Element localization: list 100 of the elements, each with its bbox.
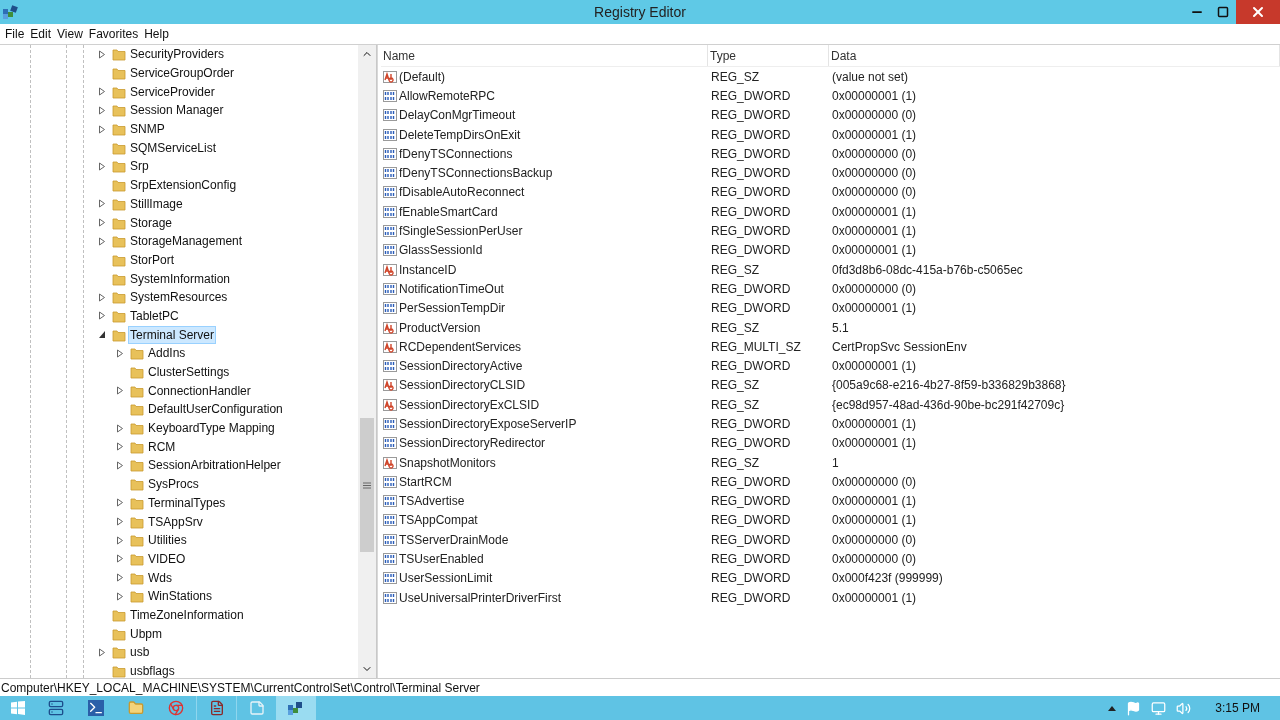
expand-arrow-icon[interactable] <box>116 591 124 601</box>
tree-item[interactable]: TimeZoneInformation <box>128 605 246 624</box>
value-name[interactable]: fSingleSessionPerUser <box>399 222 523 240</box>
close-button[interactable] <box>1236 0 1280 24</box>
tree-item[interactable]: SystemResources <box>128 288 230 307</box>
value-name[interactable]: fDenyTSConnectionsBackup <box>399 164 553 183</box>
tree-item[interactable]: SQMServiceList <box>128 138 219 157</box>
expand-arrow-icon[interactable] <box>98 87 106 97</box>
scroll-thumb[interactable] <box>360 418 374 552</box>
tree-item[interactable]: WinStations <box>146 587 215 606</box>
expand-arrow-icon[interactable] <box>116 423 124 433</box>
tree-item[interactable]: usb <box>128 643 152 662</box>
expand-arrow-icon[interactable] <box>98 218 106 228</box>
menu-item[interactable]: Help <box>141 25 172 43</box>
value-name[interactable]: SessionDirectoryExCLSID <box>399 395 540 414</box>
clock[interactable]: 3:15 PM <box>1215 699 1260 717</box>
tree-item[interactable]: VIDEO <box>146 549 188 568</box>
expand-arrow-icon[interactable] <box>116 460 124 470</box>
expand-arrow-icon[interactable] <box>98 311 106 321</box>
value-name[interactable]: NotificationTimeOut <box>399 279 504 298</box>
menu-item[interactable]: View <box>54 25 86 43</box>
tree-item[interactable]: SNMP <box>128 120 167 139</box>
tree-item[interactable]: SrpExtensionConfig <box>128 176 239 195</box>
expand-arrow-icon[interactable] <box>98 124 106 134</box>
tree-item[interactable]: ConnectionHandler <box>146 381 253 400</box>
value-name[interactable]: SessionDirectoryCLSID <box>399 376 526 395</box>
tree-item[interactable]: ServiceProvider <box>128 82 217 101</box>
value-name[interactable]: TSUserEnabled <box>399 550 484 569</box>
expand-arrow-icon[interactable] <box>116 535 124 545</box>
tree-item[interactable]: Wds <box>146 568 174 587</box>
value-name[interactable]: UseUniversalPrinterDriverFirst <box>399 588 562 607</box>
value-name[interactable]: TSAppCompat <box>399 511 478 530</box>
tree-item[interactable]: SysProcs <box>146 475 201 494</box>
value-name[interactable]: ProductVersion <box>399 318 481 337</box>
value-name[interactable]: TSAdvertise <box>399 492 465 511</box>
column-header[interactable]: Data <box>829 45 1280 66</box>
tree-item[interactable]: Ubpm <box>128 624 164 643</box>
tree-item[interactable]: DefaultUserConfiguration <box>146 400 285 419</box>
scrollbar[interactable] <box>358 45 376 678</box>
value-name[interactable]: PerSessionTempDir <box>399 299 506 318</box>
tree-item[interactable]: StillImage <box>128 194 185 213</box>
expand-arrow-icon[interactable] <box>116 498 124 508</box>
expand-arrow-icon[interactable] <box>116 442 124 452</box>
value-name[interactable]: GlassSessionId <box>399 241 483 260</box>
value-name[interactable]: SessionDirectoryActive <box>399 357 523 376</box>
value-name[interactable]: TSServerDrainMode <box>399 530 509 549</box>
column-header[interactable]: Type <box>708 45 829 66</box>
tree-item[interactable]: StorPort <box>128 250 176 269</box>
tree-item[interactable]: SessionArbitrationHelper <box>146 456 283 475</box>
expand-arrow-icon[interactable] <box>98 292 106 302</box>
tree-item[interactable]: AddIns <box>146 344 188 363</box>
expand-arrow-icon[interactable] <box>116 517 124 527</box>
tree-item[interactable]: Storage <box>128 213 175 232</box>
tray-overflow-icon[interactable] <box>1108 705 1117 711</box>
tree-item[interactable]: StorageManagement <box>128 232 245 251</box>
value-name[interactable]: SessionDirectoryRedirector <box>399 434 546 453</box>
expand-arrow-icon[interactable] <box>98 199 106 209</box>
tree-item[interactable]: RCM <box>146 437 178 456</box>
tree-item[interactable]: Terminal Server <box>128 325 217 344</box>
expand-arrow-icon[interactable] <box>98 105 106 115</box>
tree-item[interactable]: KeyboardType Mapping <box>146 419 277 438</box>
value-name[interactable]: RCDependentServices <box>399 337 522 356</box>
value-name[interactable]: DelayConMgrTimeout <box>399 106 516 125</box>
column-header[interactable]: Name <box>381 45 708 66</box>
value-name[interactable]: SnapshotMonitors <box>399 453 496 472</box>
value-name[interactable]: UserSessionLimit <box>399 569 493 588</box>
expand-arrow-icon[interactable] <box>98 161 106 171</box>
tree-item[interactable]: TSAppSrv <box>146 512 205 531</box>
value-name[interactable]: InstanceID <box>399 260 457 279</box>
tree-item[interactable]: TabletPC <box>128 306 181 325</box>
expand-arrow-icon[interactable] <box>116 348 124 358</box>
expand-arrow-icon[interactable] <box>98 236 106 246</box>
value-name[interactable]: SessionDirectoryExposeServerIP <box>399 415 577 433</box>
tree-item[interactable]: usbflags <box>128 662 177 678</box>
collapse-arrow-icon[interactable] <box>98 330 106 340</box>
tree-item[interactable]: Session Manager <box>128 101 226 120</box>
value-name[interactable]: DeleteTempDirsOnExit <box>399 125 521 144</box>
value-name[interactable]: (Default) <box>399 67 445 86</box>
tree-item[interactable]: ClusterSettings <box>146 363 232 382</box>
tree-item[interactable]: SystemInformation <box>128 269 233 288</box>
menu-item[interactable]: Favorites <box>85 25 142 43</box>
expand-arrow-icon[interactable] <box>98 647 106 657</box>
tree-item[interactable]: TerminalTypes <box>146 493 228 512</box>
tree-item[interactable]: ServiceGroupOrder <box>128 64 237 83</box>
expand-arrow-icon[interactable] <box>116 386 124 396</box>
tree-item[interactable]: Utilities <box>146 531 189 550</box>
tree-item[interactable]: SecurityProviders <box>128 45 227 64</box>
taskbar-app[interactable] <box>276 696 316 720</box>
menu-item[interactable]: File <box>2 25 28 43</box>
value-name[interactable]: AllowRemoteRPC <box>399 86 496 105</box>
value-name[interactable]: fDenyTSConnections <box>399 144 513 163</box>
expand-arrow-icon[interactable] <box>98 49 106 59</box>
value-name[interactable]: StartRCM <box>399 472 452 491</box>
expand-arrow-icon[interactable] <box>116 573 124 583</box>
value-type: REG_DWORD <box>710 203 792 221</box>
value-name[interactable]: fDisableAutoReconnect <box>399 183 525 202</box>
tree-item[interactable]: Srp <box>128 157 151 176</box>
value-name[interactable]: fEnableSmartCard <box>399 202 498 221</box>
menu-item[interactable]: Edit <box>27 25 55 43</box>
expand-arrow-icon[interactable] <box>116 554 124 564</box>
